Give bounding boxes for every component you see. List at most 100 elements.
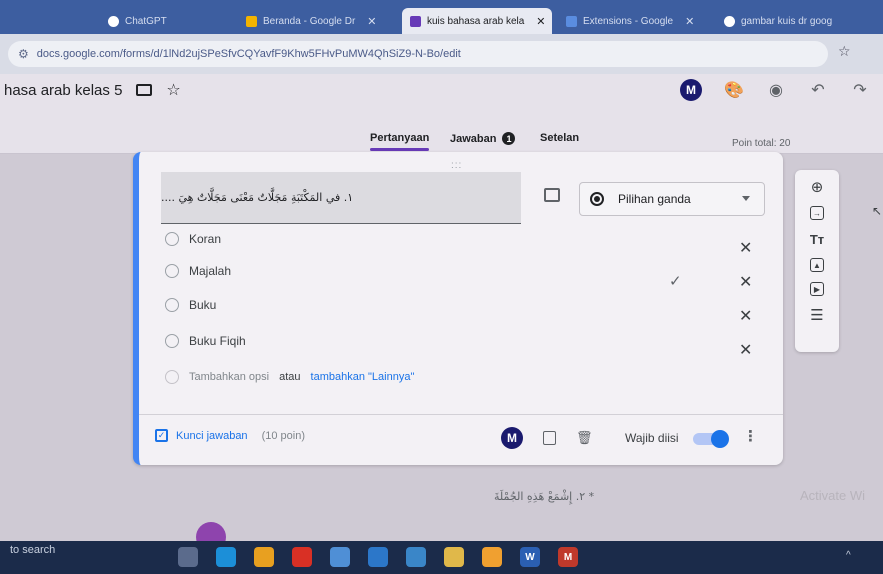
chatgpt-icon xyxy=(108,15,119,27)
task-view-taskbar-icon[interactable] xyxy=(178,547,198,567)
form-tools-sidebar: ⊕ → Tт ▲ ▶ ☰ xyxy=(795,170,839,352)
form-nav-tabs: Pertanyaan Jawaban 1 Setelan Poin total:… xyxy=(0,128,883,154)
windows-taskbar: to search WM ^ xyxy=(0,541,883,574)
edge-taskbar-icon[interactable] xyxy=(216,547,236,567)
google-forms-icon xyxy=(410,15,421,27)
star-icon[interactable]: ☆ xyxy=(166,80,180,100)
google-drive-icon xyxy=(246,15,257,27)
activate-windows-watermark: Activate Wi xyxy=(800,488,866,503)
question-title-input[interactable]: ١. في المَكْتَبَةِ مَجَلَّاتٌ مَعْنَى مَ… xyxy=(161,172,521,224)
remove-option-icon[interactable]: ✕ xyxy=(739,340,752,360)
question-actions: M 🗑 xyxy=(501,427,593,449)
option-label[interactable]: Majalah xyxy=(189,264,231,278)
tab-settings[interactable]: Setelan xyxy=(540,132,579,144)
remove-option-icon[interactable]: ✕ xyxy=(739,306,752,326)
add-option-row: Tambahkan opsi atau tambahkan "Lainnya" xyxy=(165,370,414,384)
correct-answer-check-icon[interactable]: ✓ xyxy=(669,272,682,290)
add-title-icon[interactable]: Tт xyxy=(808,230,826,248)
close-tab-icon[interactable]: ✕ xyxy=(367,15,376,28)
more-vert-icon[interactable]: ⋮ xyxy=(743,427,758,445)
site-info-icon[interactable]: ⚙ xyxy=(18,47,29,61)
option-label[interactable]: Koran xyxy=(189,232,221,246)
browser-tab-chatgpt[interactable]: ChatGPT xyxy=(100,8,230,34)
add-image-icon[interactable]: ▲ xyxy=(810,258,824,272)
add-video-icon[interactable]: ▶ xyxy=(810,282,824,296)
question-card[interactable]: ::: ١. في المَكْتَبَةِ مَجَلَّاتٌ مَعْنَ… xyxy=(133,152,783,465)
remove-option-icon[interactable]: ✕ xyxy=(739,238,752,258)
question-type-select[interactable]: Pilihan ganda xyxy=(579,182,765,216)
required-toggle[interactable] xyxy=(693,430,729,448)
required-label: Wajib diisi xyxy=(625,431,679,445)
taskbar-search[interactable]: to search xyxy=(10,544,55,556)
option-row[interactable]: Majalah xyxy=(165,260,231,282)
word-taskbar-icon[interactable]: W xyxy=(520,547,540,567)
addon-logo-icon[interactable]: M xyxy=(501,427,523,449)
total-points: Poin total: 20 xyxy=(732,138,791,149)
radio-empty-icon xyxy=(165,334,179,348)
close-tab-icon[interactable]: ✕ xyxy=(536,15,545,28)
radio-checked-icon xyxy=(590,192,604,206)
close-tab-icon[interactable]: ✕ xyxy=(685,15,694,28)
radio-empty-icon xyxy=(165,264,179,278)
explorer-taskbar-icon[interactable] xyxy=(444,547,464,567)
puzzle-icon xyxy=(566,15,577,27)
add-other-button[interactable]: tambahkan "Lainnya" xyxy=(311,371,415,383)
form-title-bar: hasa arab kelas 5 ☆ xyxy=(4,80,181,100)
bookmark-star-icon[interactable]: ☆ xyxy=(838,43,851,60)
next-question-title[interactable]: * ٢. إِشْمَعْ هَذِهِ الجُمْلَةَ xyxy=(494,490,594,503)
tab-responses[interactable]: Jawaban 1 xyxy=(450,132,516,145)
answer-points: (10 poin) xyxy=(261,429,305,442)
undo-icon[interactable]: ↶ xyxy=(808,80,828,100)
add-image-icon[interactable] xyxy=(544,188,560,202)
browser-tab-strip: ChatGPT Beranda - Google Dr ✕ kuis bahas… xyxy=(0,0,883,34)
add-option-separator: atau xyxy=(279,371,301,383)
responses-count-badge: 1 xyxy=(502,132,516,145)
paint-taskbar-icon[interactable] xyxy=(254,547,274,567)
taskbar-apps: WM xyxy=(178,547,578,567)
preview-eye-icon[interactable]: ◉ xyxy=(766,80,786,100)
palette-icon[interactable]: 🎨 xyxy=(724,80,744,100)
radio-empty-icon xyxy=(165,370,179,384)
radio-empty-icon xyxy=(165,232,179,246)
files-taskbar-icon[interactable] xyxy=(330,547,350,567)
tab-questions[interactable]: Pertanyaan xyxy=(370,132,430,151)
app-m-taskbar-icon[interactable]: M xyxy=(558,547,578,567)
google-icon xyxy=(724,15,735,27)
chevron-down-icon xyxy=(742,196,750,201)
opera-taskbar-icon[interactable] xyxy=(292,547,312,567)
folder-icon[interactable] xyxy=(136,84,153,96)
radio-empty-icon xyxy=(165,298,179,312)
answer-key-button[interactable]: ✓ Kunci jawaban (10 poin) xyxy=(155,429,305,442)
browser-tab-search[interactable]: gambar kuis dr goog xyxy=(716,8,876,34)
form-title[interactable]: hasa arab kelas 5 xyxy=(4,82,122,99)
chrome-taskbar-icon[interactable] xyxy=(482,547,502,567)
add-question-icon[interactable]: ⊕ xyxy=(808,178,826,196)
address-bar: ⚙ docs.google.com/forms/d/1lNd2ujSPeSfvC… xyxy=(0,34,883,74)
mouse-cursor-icon: ↖ xyxy=(872,204,883,218)
calendar-taskbar-icon[interactable] xyxy=(406,547,426,567)
option-row[interactable]: Buku Fiqih xyxy=(165,330,246,352)
remove-option-icon[interactable]: ✕ xyxy=(739,272,752,292)
question-footer: ✓ Kunci jawaban (10 poin) M 🗑 Wajib diis… xyxy=(139,414,783,465)
option-label[interactable]: Buku Fiqih xyxy=(189,334,246,348)
add-section-icon[interactable]: ☰ xyxy=(808,306,826,324)
form-header-actions: M 🎨 ◉ ↶ ↷ xyxy=(680,79,870,101)
add-option-button[interactable]: Tambahkan opsi xyxy=(189,371,269,383)
form-header: hasa arab kelas 5 ☆ M 🎨 ◉ ↶ ↷ xyxy=(0,74,883,128)
url-field[interactable]: ⚙ docs.google.com/forms/d/1lNd2ujSPeSfvC… xyxy=(8,41,828,67)
drag-handle-icon[interactable]: ::: xyxy=(451,160,462,171)
option-label[interactable]: Buku xyxy=(189,298,216,312)
addon-logo-icon[interactable]: M xyxy=(680,79,702,101)
import-questions-icon[interactable]: → xyxy=(810,206,824,220)
system-tray-chevron-icon[interactable]: ^ xyxy=(846,550,851,561)
browser-tab-extensions[interactable]: Extensions - Google ✕ xyxy=(558,8,712,34)
mail-taskbar-icon[interactable] xyxy=(368,547,388,567)
duplicate-icon[interactable] xyxy=(543,431,556,445)
trash-icon[interactable]: 🗑 xyxy=(576,430,593,446)
option-row[interactable]: Koran xyxy=(165,228,221,250)
browser-tab-drive[interactable]: Beranda - Google Dr ✕ xyxy=(238,8,396,34)
redo-icon[interactable]: ↷ xyxy=(850,80,870,100)
browser-tab-form[interactable]: kuis bahasa arab kela ✕ xyxy=(402,8,552,34)
option-row[interactable]: Buku xyxy=(165,294,216,316)
checkbox-checked-icon: ✓ xyxy=(155,429,168,442)
